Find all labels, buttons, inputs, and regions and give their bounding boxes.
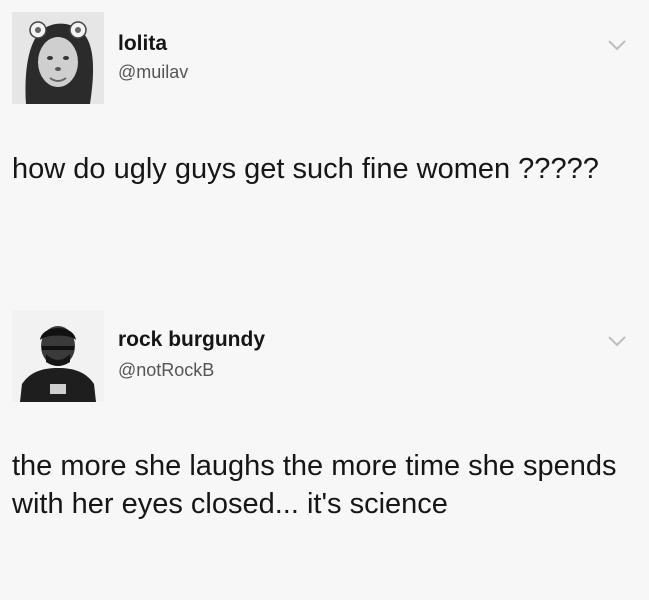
tweet-card[interactable]: lolita @muilav how do ugly guys get such… xyxy=(0,0,649,300)
chevron-down-icon[interactable] xyxy=(607,38,627,52)
tweet-text: the more she laughs the more time she sp… xyxy=(12,450,617,520)
tweet-card[interactable]: rock burgundy @notRockB the more she lau… xyxy=(0,300,649,600)
avatar-photo-icon xyxy=(12,310,104,402)
avatar[interactable] xyxy=(12,12,104,104)
chevron-down-icon[interactable] xyxy=(607,334,627,348)
tweet-text: how do ugly guys get such fine women ???… xyxy=(12,153,599,185)
user-handle[interactable]: @muilav xyxy=(118,62,188,83)
user-handle[interactable]: @notRockB xyxy=(118,360,214,381)
display-name[interactable]: rock burgundy xyxy=(118,328,265,352)
avatar[interactable] xyxy=(12,310,104,402)
avatar-photo-icon xyxy=(12,12,104,104)
display-name[interactable]: lolita xyxy=(118,32,167,56)
